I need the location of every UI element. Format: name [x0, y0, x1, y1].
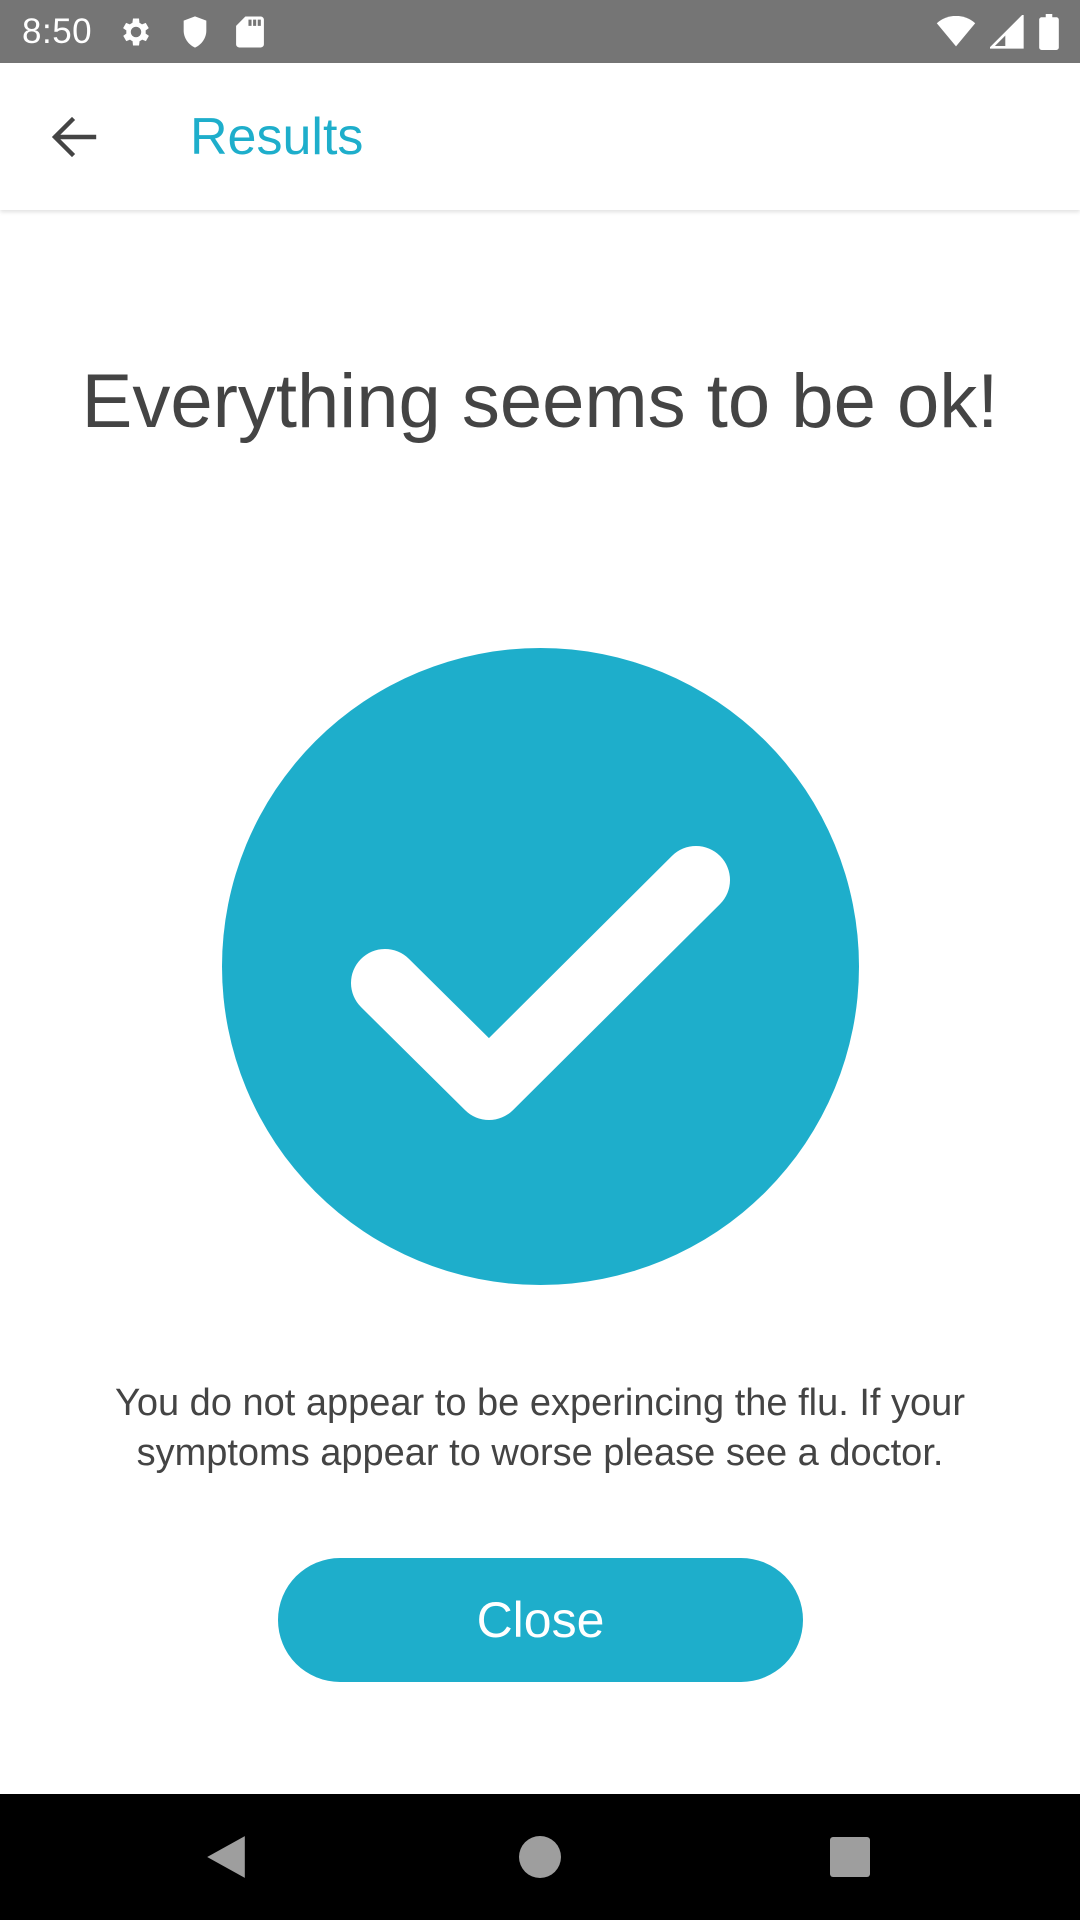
navigation-bar	[0, 1794, 1080, 1920]
nav-home-button[interactable]	[510, 1827, 570, 1887]
nav-back-button[interactable]	[196, 1827, 256, 1887]
result-message: You do not appear to be experincing the …	[115, 1382, 965, 1474]
sd-card-icon	[236, 15, 265, 49]
status-right	[936, 13, 1060, 50]
close-button[interactable]: Close	[278, 1558, 803, 1682]
check-circle-icon	[222, 648, 859, 1285]
settings-icon	[118, 14, 154, 50]
result-headline: Everything seems to be ok!	[81, 359, 999, 444]
nav-recents-button[interactable]	[820, 1827, 880, 1887]
page-title: Results	[190, 107, 364, 166]
status-time: 8:50	[22, 11, 93, 51]
wifi-icon	[936, 15, 976, 48]
signal-icon	[990, 14, 1024, 49]
battery-icon	[1038, 13, 1060, 50]
nav-recents-icon	[830, 1837, 870, 1877]
arrow-back-icon	[51, 116, 97, 158]
shield-icon	[180, 15, 210, 49]
status-bar: 8:50	[0, 0, 1080, 63]
back-button[interactable]	[38, 105, 110, 169]
results-screen: 8:50 Results Everything seems to be ok! …	[0, 0, 1080, 1920]
nav-back-icon	[207, 1836, 245, 1878]
app-bar: Results	[0, 63, 1080, 210]
status-left: 8:50	[22, 11, 265, 52]
nav-home-icon	[519, 1836, 561, 1878]
